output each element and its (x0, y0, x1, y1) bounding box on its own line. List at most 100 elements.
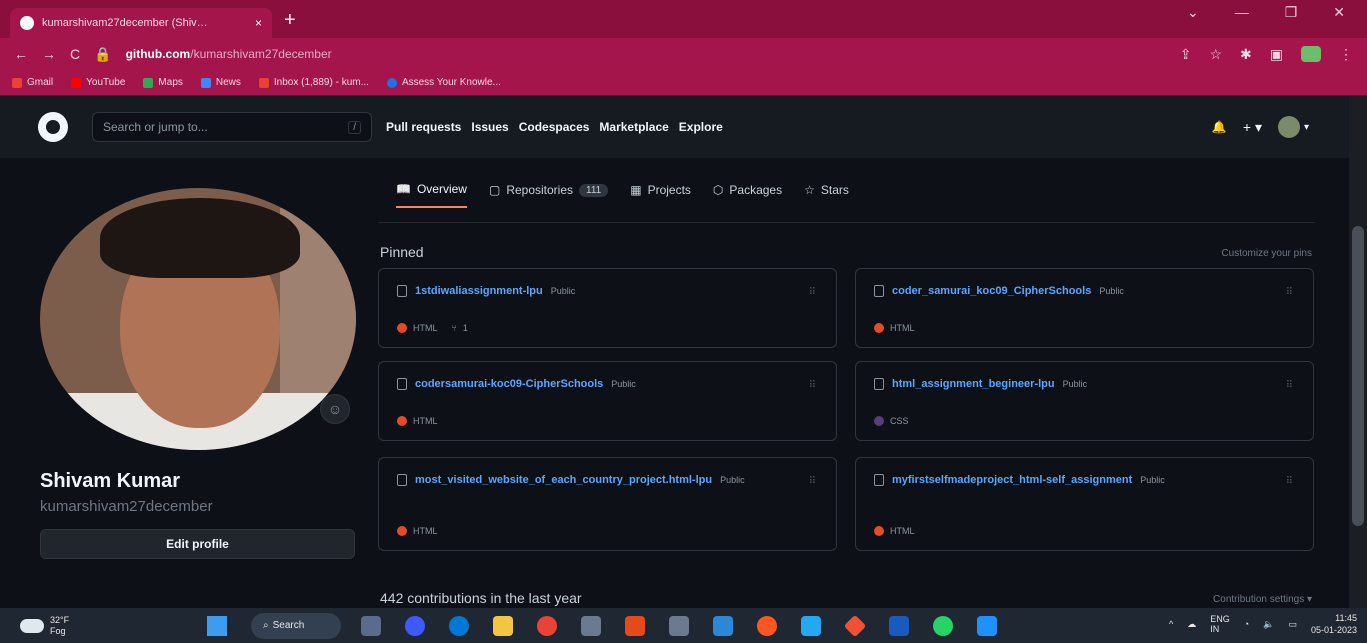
contribution-settings-dropdown[interactable]: Contribution settings ▾ (1213, 594, 1312, 605)
browser-tab[interactable]: kumarshivam27december (Shiv… × (10, 8, 272, 38)
bookmark-news[interactable]: News (200, 77, 241, 88)
office-icon[interactable] (625, 615, 645, 636)
whatsapp-icon[interactable] (933, 615, 953, 636)
calculator-icon[interactable] (713, 615, 733, 636)
word-icon[interactable] (889, 615, 909, 636)
bookmark-maps[interactable]: Maps (143, 77, 183, 88)
global-nav: Pull requests Issues Codespaces Marketpl… (386, 120, 723, 134)
clock-date: 05-01-2023 (1310, 625, 1357, 635)
user-avatar-menu[interactable] (1277, 116, 1300, 138)
scrollbar-thumb[interactable] (1352, 226, 1364, 526)
tab-search-icon[interactable]: ⌄ (1187, 4, 1199, 21)
share-icon[interactable]: ⇪ (1180, 46, 1192, 63)
create-new-dropdown[interactable]: + ▾ (1243, 119, 1262, 136)
tab-label: Stars (820, 183, 849, 197)
tab-projects[interactable]: ▦ Projects (630, 183, 691, 207)
volume-icon[interactable]: 🔈 (1263, 619, 1274, 630)
reload-icon[interactable]: C (70, 46, 80, 62)
windows-start-icon[interactable] (207, 615, 227, 636)
set-status-emoji-icon[interactable]: ☺ (320, 394, 350, 424)
edge-icon[interactable] (449, 615, 469, 636)
bookmark-label: Gmail (27, 77, 54, 88)
drag-handle-icon[interactable]: ⠿ (809, 380, 816, 391)
profile-name: Shivam Kumar (40, 470, 181, 492)
bookmark-assess[interactable]: Assess Your Knowle... (386, 77, 501, 88)
bookmark-star-icon[interactable]: ☆ (1209, 46, 1222, 63)
notifications-bell-icon[interactable]: 🔔 (1212, 120, 1227, 134)
profile-avatar[interactable] (40, 188, 356, 450)
chrome-icon[interactable] (537, 615, 557, 636)
nav-issues[interactable]: Issues (471, 120, 508, 134)
task-view-icon[interactable] (361, 615, 381, 636)
bookmark-inbox[interactable]: Inbox (1,889) - kum... (258, 77, 369, 88)
visibility-label: Public (1140, 475, 1165, 485)
edit-profile-button[interactable]: Edit profile (40, 529, 355, 559)
taskbar-search[interactable]: ⌕ Search (251, 612, 341, 639)
nav-explore[interactable]: Explore (679, 120, 723, 134)
drag-handle-icon[interactable]: ⠿ (809, 287, 816, 298)
chat-icon[interactable] (405, 615, 425, 636)
file-explorer-icon[interactable] (493, 615, 513, 636)
browser-profile-avatar[interactable] (1301, 46, 1321, 62)
repo-link[interactable]: codersamurai-koc09-CipherSchools (415, 378, 603, 390)
input-language[interactable]: ENG IN (1210, 614, 1230, 634)
header-actions: 🔔 + ▾ ▾ (1212, 116, 1309, 138)
tray-overflow-icon[interactable]: ^ (1169, 619, 1173, 629)
nav-marketplace[interactable]: Marketplace (599, 120, 668, 134)
tab-stars[interactable]: ☆ Stars (804, 183, 849, 207)
language-color-dot (874, 323, 884, 333)
bookmarks-bar: Gmail YouTube Maps News Inbox (1,889) - … (0, 70, 1367, 96)
restore-button[interactable]: ❐ (1285, 4, 1298, 21)
back-icon[interactable]: ← (14, 46, 28, 62)
drag-handle-icon[interactable]: ⠿ (1286, 287, 1293, 298)
weather-widget[interactable]: 32°F Fog (0, 615, 200, 637)
tab-overview[interactable]: 📖 Overview (396, 182, 467, 208)
app-icon[interactable] (669, 615, 689, 636)
repo-link[interactable]: coder_samurai_koc09_CipherSchools (892, 285, 1091, 297)
url-field[interactable]: github.com/kumarshivam27december (126, 47, 332, 61)
clock[interactable]: 11:45 05-01-2023 (1311, 612, 1357, 636)
menu-icon[interactable]: ⋮ (1339, 46, 1353, 63)
tab-label: Projects (647, 183, 691, 197)
tab-packages[interactable]: ⬡ Packages (713, 183, 782, 207)
drag-handle-icon[interactable]: ⠿ (809, 476, 816, 487)
nav-pull-requests[interactable]: Pull requests (386, 120, 461, 134)
customize-pins-link[interactable]: Customize your pins (1221, 248, 1312, 259)
forward-icon[interactable]: → (42, 46, 56, 62)
repo-link[interactable]: html_assignment_begineer-lpu (892, 378, 1055, 390)
vscode-icon[interactable] (801, 615, 821, 636)
nav-codespaces[interactable]: Codespaces (519, 120, 590, 134)
drag-handle-icon[interactable]: ⠿ (1286, 476, 1293, 487)
battery-icon[interactable]: ▭ (1288, 619, 1297, 630)
app-icon[interactable] (977, 615, 997, 636)
repo-link[interactable]: most_visited_website_of_each_country_pro… (415, 474, 712, 486)
github-logo-icon[interactable] (38, 112, 68, 142)
bookmark-youtube[interactable]: YouTube (71, 77, 125, 88)
github-header: Search or jump to... / Pull requests Iss… (0, 96, 1367, 158)
fork-icon: ⑂ (451, 323, 457, 333)
minimize-button[interactable]: — (1235, 4, 1249, 21)
tab-repositories[interactable]: ▢ Repositories 111 (489, 183, 609, 207)
bookmark-gmail[interactable]: Gmail (12, 77, 53, 88)
app-icon[interactable] (757, 615, 777, 636)
search-input[interactable]: Search or jump to... / (92, 112, 372, 142)
app-icon[interactable] (581, 615, 601, 636)
visibility-label: Public (611, 379, 636, 389)
windows-taskbar: 32°F Fog ⌕ Search ^ ☁ ENG IN ◔ 🔈 ▭ 11:45 05-… (0, 608, 1367, 643)
git-icon[interactable] (843, 614, 867, 637)
language-color-dot (874, 416, 884, 426)
close-tab-icon[interactable]: × (255, 16, 262, 30)
side-panel-icon[interactable]: ▣ (1270, 46, 1283, 63)
close-window-button[interactable]: ✕ (1333, 4, 1345, 21)
browser-tab-bar: kumarshivam27december (Shiv… × + ⌄ — ❐ ✕ (0, 0, 1367, 38)
drag-handle-icon[interactable]: ⠿ (1286, 380, 1293, 391)
extensions-icon[interactable]: ✱ (1240, 46, 1252, 63)
new-tab-button[interactable]: + (284, 9, 296, 32)
wifi-icon[interactable]: ◔ (1244, 619, 1249, 629)
repo-link[interactable]: myfirstselfmadeproject_html-self_assignm… (892, 474, 1132, 486)
onedrive-icon[interactable]: ☁ (1187, 619, 1196, 630)
fork-count[interactable]: 1 (463, 323, 468, 333)
page-scrollbar[interactable] (1349, 96, 1367, 608)
repo-link[interactable]: 1stdiwaliassignment-lpu (415, 285, 543, 297)
visibility-label: Public (550, 286, 576, 296)
